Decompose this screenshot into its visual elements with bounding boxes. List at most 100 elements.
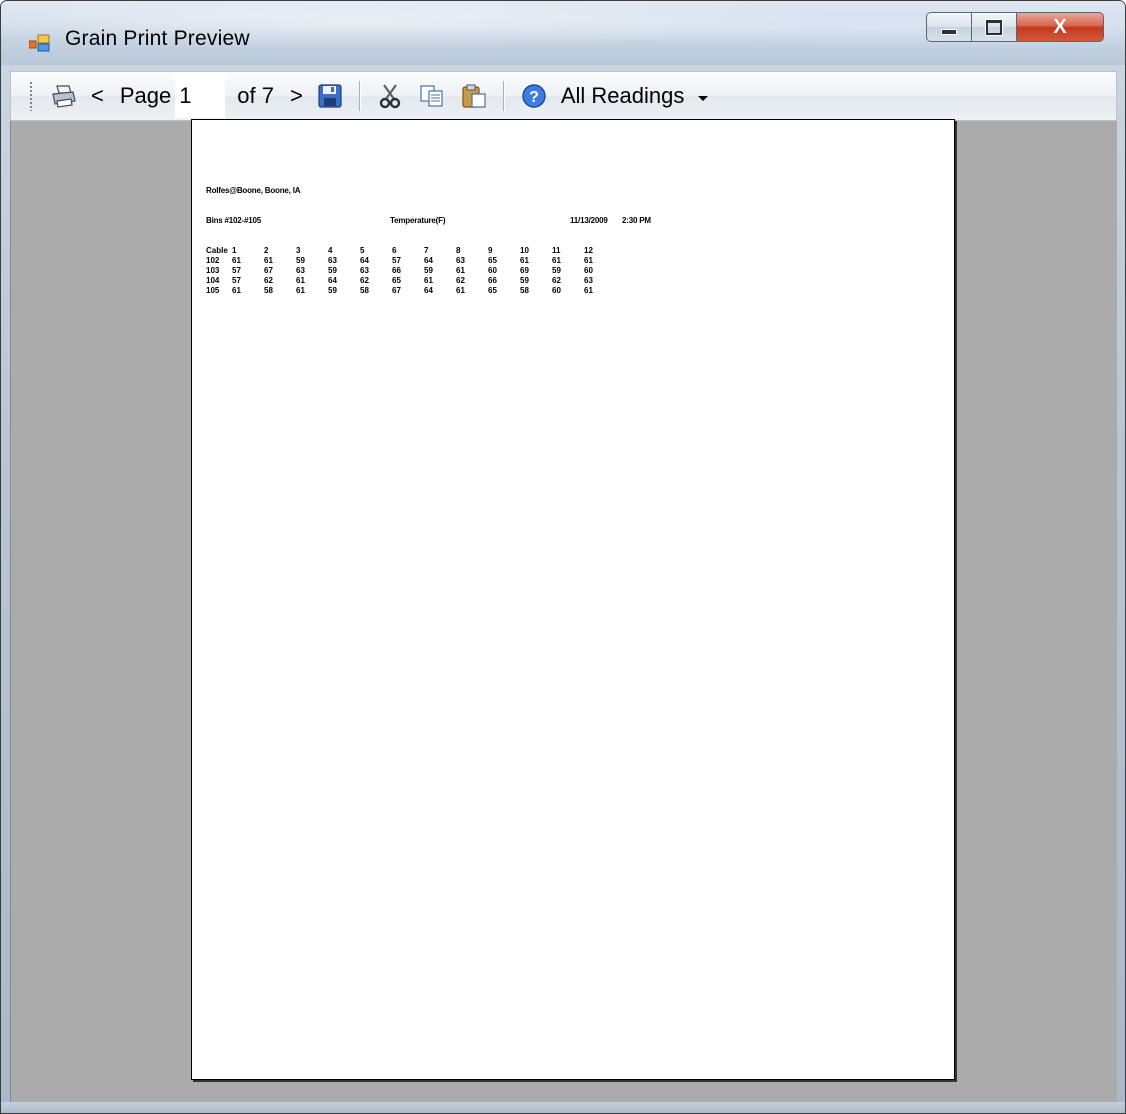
column-header: 6: [392, 246, 397, 255]
column-header: 1: [232, 246, 237, 255]
table-cell: 64: [360, 256, 369, 265]
table-row: 105 61 58 61 59 58 67 64 61 65 58 60 61: [206, 286, 616, 296]
chevron-down-icon: [698, 95, 709, 101]
table-cell: 61: [552, 256, 561, 265]
table-cell: 59: [328, 286, 337, 295]
minimize-icon: [941, 29, 957, 35]
table-cell: 66: [392, 266, 401, 275]
table-cell: 64: [424, 256, 433, 265]
column-header: 4: [328, 246, 333, 255]
table-cell: 102: [206, 256, 220, 265]
readings-view-dropdown[interactable]: All Readings: [561, 83, 709, 109]
column-header: 12: [584, 246, 593, 255]
toolbar-separator: [358, 81, 361, 111]
table-cell: 65: [488, 256, 497, 265]
column-header: Cable: [206, 246, 228, 255]
table-cell: 62: [552, 276, 561, 285]
table-cell: 61: [584, 256, 593, 265]
table-cell: 61: [232, 256, 241, 265]
table-cell: 61: [456, 286, 465, 295]
report-time: 2:30 PM: [622, 216, 651, 225]
table-cell: 59: [328, 266, 337, 275]
column-header: 9: [488, 246, 493, 255]
minimize-button[interactable]: [926, 12, 972, 42]
table-cell: 59: [296, 256, 305, 265]
report-location: Rolfes@Boone, Boone, IA: [206, 186, 301, 195]
table-cell: 61: [296, 276, 305, 285]
table-cell: 69: [520, 266, 529, 275]
table-cell: 58: [360, 286, 369, 295]
scissors-icon[interactable]: [377, 83, 403, 109]
page-label: Page: [119, 83, 172, 108]
table-cell: 61: [456, 266, 465, 275]
table-cell: 64: [424, 286, 433, 295]
table-cell: 59: [552, 266, 561, 275]
title-bar[interactable]: Grain Print Preview X: [1, 1, 1125, 65]
column-header: 7: [424, 246, 429, 255]
table-cell: 67: [264, 266, 273, 275]
close-icon: X: [1053, 15, 1067, 38]
maximize-icon: [986, 19, 1002, 35]
table-cell: 57: [392, 256, 401, 265]
table-cell: 60: [488, 266, 497, 275]
readings-table: Cable 1 2 3 4 5 6 7 8 9 10 11 12 102 61 61 59 63 64 57 64 63 6…: [206, 246, 616, 296]
toolbar-grip[interactable]: [29, 81, 33, 111]
table-cell: 67: [392, 286, 401, 295]
table-cell: 57: [232, 266, 241, 275]
table-cell: 61: [264, 256, 273, 265]
page-count-label: of 7: [237, 83, 274, 108]
table-cell: 63: [360, 266, 369, 275]
page-number-input[interactable]: 1: [175, 74, 226, 118]
next-page-button[interactable]: >: [290, 83, 303, 109]
column-header: 11: [552, 246, 561, 255]
svg-text:?: ?: [529, 89, 539, 106]
table-cell: 66: [488, 276, 497, 285]
toolbar-separator: [502, 81, 505, 111]
floppy-disk-icon[interactable]: [317, 83, 343, 109]
table-cell: 61: [520, 256, 529, 265]
table-cell: 58: [520, 286, 529, 295]
table-cell: 59: [520, 276, 529, 285]
app-icon: [29, 34, 50, 52]
help-icon[interactable]: ?: [521, 83, 547, 109]
table-cell: 63: [584, 276, 593, 285]
report-page: Rolfes@Boone, Boone, IA Bins #102-#105 T…: [191, 119, 955, 1080]
table-cell: 61: [296, 286, 305, 295]
table-row: 102 61 61 59 63 64 57 64 63 65 61 61 61: [206, 256, 616, 266]
table-cell: 57: [232, 276, 241, 285]
table-cell: 61: [232, 286, 241, 295]
table-cell: 62: [456, 276, 465, 285]
report-bins: Bins #102-#105: [206, 216, 262, 225]
table-cell: 60: [552, 286, 561, 295]
table-cell: 60: [584, 266, 593, 275]
table-cell: 62: [264, 276, 273, 285]
report-date: 11/13/2009: [570, 216, 608, 225]
table-cell: 62: [360, 276, 369, 285]
column-header: 3: [296, 246, 301, 255]
preview-toolbar: < Page 1 of 7 > ? All Readings: [10, 71, 1117, 121]
printer-icon[interactable]: [51, 83, 77, 109]
table-cell: 65: [488, 286, 497, 295]
table-cell: 63: [296, 266, 305, 275]
previous-page-button[interactable]: <: [91, 83, 104, 109]
maximize-button[interactable]: [971, 12, 1017, 42]
table-cell: 63: [328, 256, 337, 265]
copy-icon[interactable]: [419, 83, 445, 109]
table-cell: 103: [206, 266, 220, 275]
close-button[interactable]: X: [1016, 12, 1104, 42]
paste-icon[interactable]: [461, 83, 487, 109]
table-cell: 65: [392, 276, 401, 285]
column-header: 5: [360, 246, 365, 255]
table-cell: 104: [206, 276, 220, 285]
preview-area[interactable]: Rolfes@Boone, Boone, IA Bins #102-#105 T…: [10, 119, 1117, 1104]
table-cell: 64: [328, 276, 337, 285]
window-bottom-border: [1, 1102, 1125, 1113]
window-title: Grain Print Preview: [65, 27, 250, 50]
report-measure: Temperature(F): [390, 216, 446, 225]
table-row: 104 57 62 61 64 62 65 61 62 66 59 62 63: [206, 276, 616, 286]
table-cell: 61: [584, 286, 593, 295]
column-header: 10: [520, 246, 529, 255]
table-header-row: Cable 1 2 3 4 5 6 7 8 9 10 11 12: [206, 246, 616, 256]
table-row: 103 57 67 63 59 63 66 59 61 60 69 59 60: [206, 266, 616, 276]
readings-view-selected: All Readings: [560, 83, 685, 108]
